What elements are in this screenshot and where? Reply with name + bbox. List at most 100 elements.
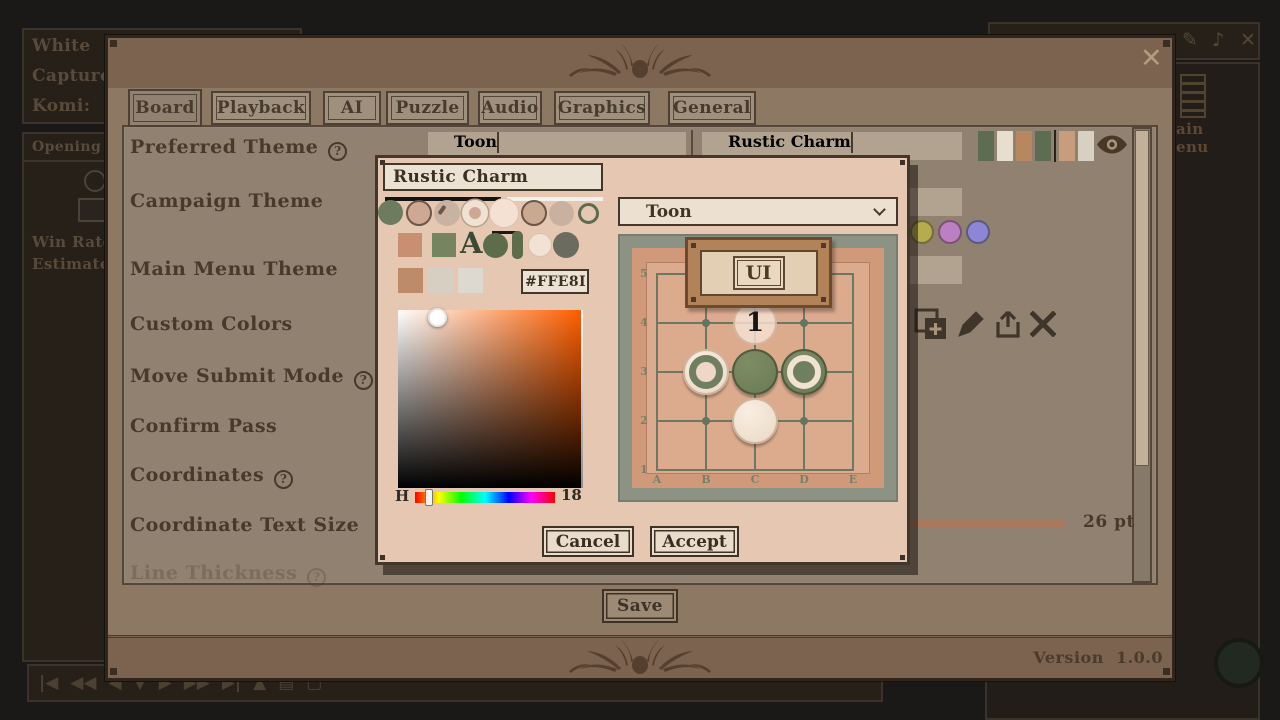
radio-icon[interactable] bbox=[84, 170, 106, 192]
chevron-down-icon bbox=[497, 132, 499, 153]
saturation-value-picker[interactable] bbox=[398, 310, 583, 488]
recent-color-swatch[interactable] bbox=[398, 268, 423, 293]
custom-colors-label: Custom Colors bbox=[130, 313, 293, 335]
element-circle-green[interactable] bbox=[483, 233, 508, 258]
edit-icon[interactable]: ✎ bbox=[1182, 29, 1198, 51]
window-close-icon[interactable]: ✕ bbox=[1140, 43, 1163, 74]
hue-slider[interactable] bbox=[415, 492, 555, 503]
chevron-down-icon bbox=[873, 203, 886, 216]
theme-swatch bbox=[1059, 131, 1075, 161]
preview-stone-black-ringed bbox=[781, 349, 827, 395]
top-ornament bbox=[565, 42, 715, 82]
theme-swatch bbox=[1016, 131, 1032, 161]
color-picker-handle[interactable] bbox=[428, 308, 447, 327]
nav-first-icon[interactable]: |◀ bbox=[39, 673, 58, 693]
palette-outline-color[interactable] bbox=[521, 200, 547, 226]
help-icon[interactable]: ? bbox=[354, 371, 373, 390]
cancel-button[interactable]: Cancel bbox=[542, 526, 634, 557]
preview-theme-dropdown[interactable]: Toon bbox=[618, 197, 898, 226]
row-coordinate: 4 bbox=[638, 316, 650, 329]
palette-board-color[interactable] bbox=[378, 200, 403, 225]
screen: White Captures Komi: 6 Opening G Win Rat… bbox=[0, 0, 1280, 720]
hue-label: H bbox=[395, 487, 409, 505]
bottom-ornament bbox=[565, 638, 715, 678]
hex-color-input[interactable] bbox=[521, 269, 589, 294]
element-letter[interactable]: A bbox=[460, 226, 483, 260]
ui-sign: UI bbox=[685, 237, 832, 308]
hue-slider-handle[interactable] bbox=[425, 489, 433, 506]
palette-hollow-ring[interactable] bbox=[578, 203, 599, 224]
theme-swatch bbox=[978, 131, 994, 161]
col-coordinate: C bbox=[749, 473, 761, 486]
element-circle-olive[interactable] bbox=[553, 232, 579, 258]
export-theme-icon[interactable] bbox=[994, 310, 1022, 338]
line-thickness-label: Line Thickness? bbox=[130, 562, 326, 587]
tab-board[interactable]: Board bbox=[128, 89, 202, 127]
help-icon[interactable]: ? bbox=[328, 142, 347, 161]
theme-swatch bbox=[997, 131, 1013, 161]
tab-audio[interactable]: Audio bbox=[478, 91, 542, 125]
close-game-icon[interactable]: ✕ bbox=[1240, 29, 1256, 51]
win-rate-label: Win Rate bbox=[32, 233, 113, 251]
palette-selected-color[interactable] bbox=[489, 198, 519, 228]
palette-brush-color[interactable] bbox=[434, 200, 460, 226]
palette-ring-color[interactable] bbox=[462, 200, 488, 226]
music-icon[interactable]: ♪ bbox=[1212, 29, 1224, 51]
delete-theme-icon[interactable] bbox=[1030, 311, 1056, 337]
palette-soft-color[interactable] bbox=[549, 201, 574, 226]
help-icon[interactable]: ? bbox=[274, 470, 293, 489]
preferred-theme-label: Preferred Theme? bbox=[130, 136, 347, 161]
komi-label: Komi: 6 bbox=[32, 96, 115, 116]
col-coordinate: B bbox=[700, 473, 712, 486]
row-coordinate: 2 bbox=[638, 414, 650, 427]
brush-mark-icon bbox=[437, 205, 446, 215]
tab-general[interactable]: General bbox=[668, 91, 756, 125]
coordinate-size-value: 26 pt bbox=[1083, 512, 1135, 532]
coordinates-label: Coordinates? bbox=[130, 464, 293, 489]
element-circle-cream[interactable] bbox=[528, 233, 552, 257]
help-icon: ? bbox=[307, 568, 326, 587]
menu-list-icon[interactable] bbox=[1180, 74, 1206, 118]
element-square-salmon[interactable] bbox=[398, 233, 422, 257]
ui-sign-text: UI bbox=[746, 262, 771, 284]
player-name: White bbox=[32, 36, 91, 56]
row-coordinate: 3 bbox=[638, 365, 650, 378]
recent-color-swatch[interactable] bbox=[458, 268, 483, 293]
theme-name-input[interactable] bbox=[383, 163, 603, 191]
nav-rewind-icon[interactable]: ◀◀ bbox=[70, 673, 96, 693]
eye-icon[interactable] bbox=[1096, 134, 1128, 155]
coordinate-text-size-label: Coordinate Text Size bbox=[130, 514, 359, 536]
recent-color-swatch[interactable] bbox=[428, 268, 453, 293]
campaign-color-swatch[interactable] bbox=[910, 220, 934, 244]
campaign-color-swatch[interactable] bbox=[938, 220, 962, 244]
tab-puzzle[interactable]: Puzzle bbox=[386, 91, 469, 125]
tab-playback[interactable]: Playback bbox=[211, 91, 311, 125]
theme-swatch-strip[interactable] bbox=[978, 131, 1094, 161]
campaign-theme-label: Campaign Theme bbox=[130, 190, 323, 212]
move-number: 1 bbox=[746, 308, 764, 338]
white-stone-set-tab[interactable] bbox=[507, 197, 603, 201]
theme-swatch bbox=[1078, 131, 1094, 161]
campaign-color-swatch[interactable] bbox=[966, 220, 990, 244]
preview-stone-white bbox=[732, 398, 778, 444]
hue-value: 18 bbox=[561, 486, 582, 504]
element-square-sage[interactable] bbox=[432, 233, 456, 257]
edit-theme-icon[interactable] bbox=[957, 310, 985, 338]
col-coordinate: A bbox=[651, 473, 663, 486]
chevron-down-icon bbox=[851, 132, 853, 153]
estimate-label: Estimate bbox=[32, 255, 110, 273]
save-button[interactable]: Save bbox=[602, 589, 678, 623]
palette-line-color[interactable] bbox=[406, 200, 432, 226]
accept-button[interactable]: Accept bbox=[650, 526, 739, 557]
row-coordinate: 5 bbox=[638, 267, 650, 280]
theme-swatch bbox=[1035, 131, 1051, 161]
tab-ai[interactable]: AI bbox=[323, 91, 381, 125]
version-label: Version 1.0.0 bbox=[998, 648, 1163, 667]
preview-stone-white-ringed bbox=[683, 349, 729, 395]
scrollbar-thumb[interactable] bbox=[1135, 130, 1149, 466]
element-pill-green[interactable] bbox=[512, 231, 523, 259]
col-coordinate: D bbox=[798, 473, 810, 486]
tab-graphics[interactable]: Graphics bbox=[554, 91, 650, 125]
duplicate-theme-icon[interactable] bbox=[913, 308, 949, 340]
col-coordinate: E bbox=[847, 473, 859, 486]
